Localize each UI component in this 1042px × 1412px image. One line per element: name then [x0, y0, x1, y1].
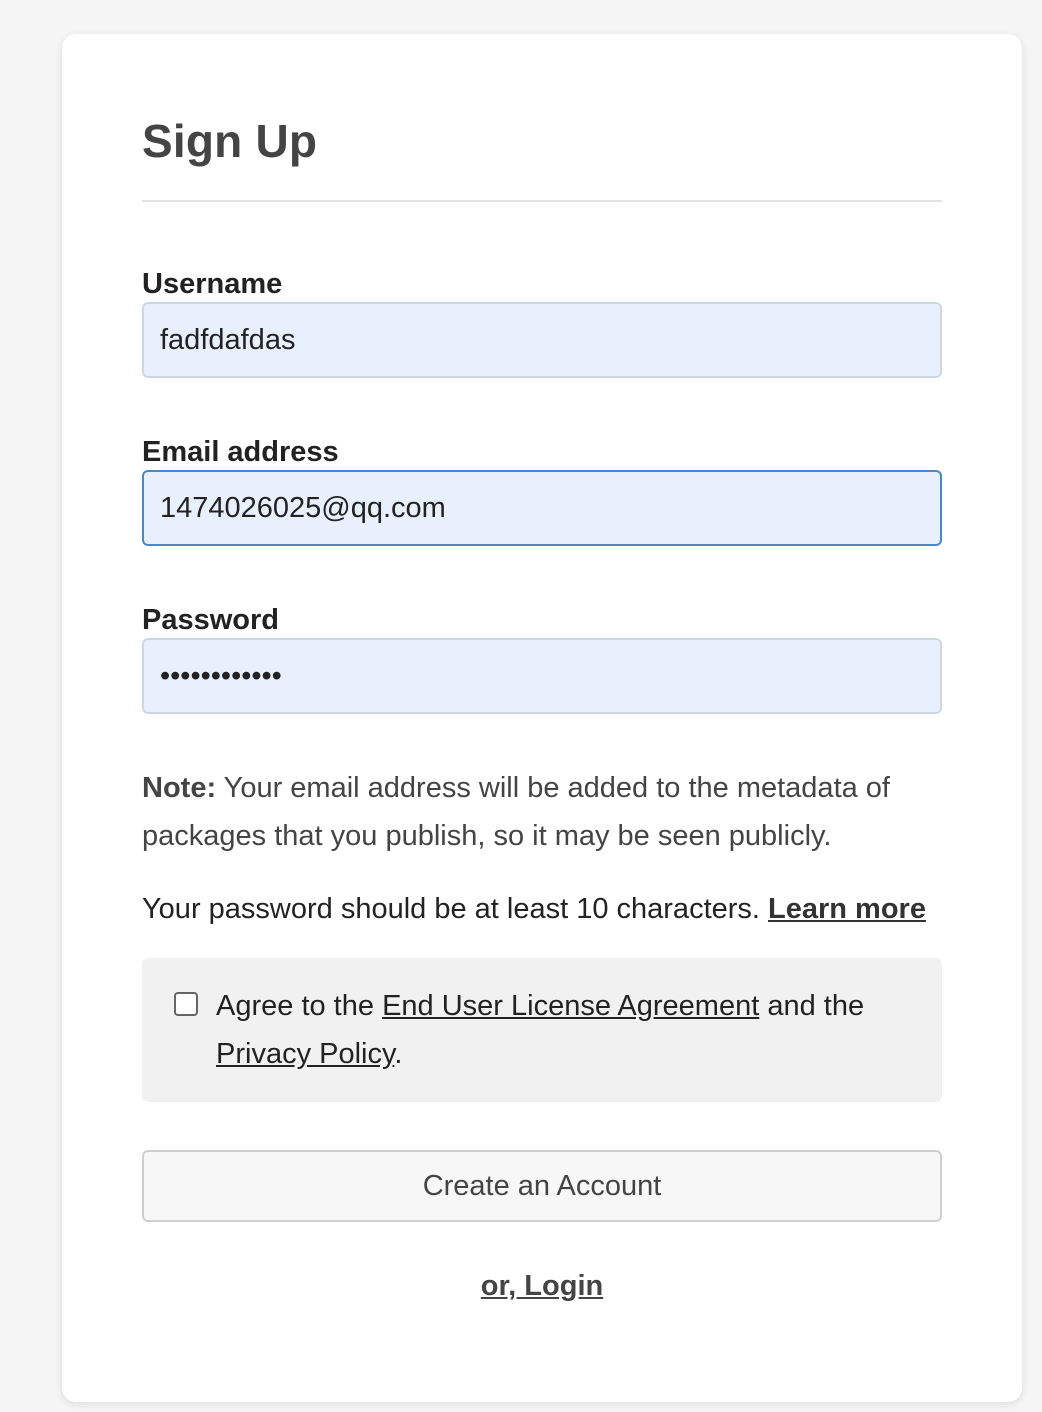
agree-prefix: Agree to the [216, 990, 383, 1022]
login-link[interactable]: or, Login [481, 1270, 603, 1302]
password-requirement: Your password should be at least 10 char… [142, 889, 942, 929]
password-label: Password [142, 604, 279, 636]
password-input[interactable] [142, 638, 942, 714]
email-privacy-note: Note: Your email address will be added t… [142, 764, 942, 860]
learn-more-link[interactable]: Learn more [768, 893, 926, 925]
signup-card: Sign Up Username Email address Password … [62, 34, 1022, 1402]
email-input[interactable] [142, 470, 942, 546]
login-link-container: or, Login [142, 1270, 942, 1303]
create-account-button[interactable]: Create an Account [142, 1150, 942, 1222]
agreement-box: Agree to the End User License Agreement … [142, 958, 942, 1102]
privacy-policy-link[interactable]: Privacy Policy [216, 1038, 394, 1070]
username-label: Username [142, 268, 283, 300]
email-label: Email address [142, 436, 339, 468]
eula-link[interactable]: End User License Agreement [382, 990, 759, 1022]
username-input[interactable] [142, 302, 942, 378]
agreement-text: Agree to the End User License Agreement … [216, 982, 916, 1078]
agree-middle: and the [759, 990, 865, 1022]
agree-checkbox[interactable] [174, 992, 198, 1016]
password-rule-text: Your password should be at least 10 char… [142, 893, 769, 925]
note-prefix: Note: [142, 772, 217, 804]
note-text: Your email address will be added to the … [142, 772, 890, 852]
title-divider [142, 200, 942, 202]
agree-suffix: . [394, 1038, 403, 1070]
page-title: Sign Up [142, 115, 318, 167]
